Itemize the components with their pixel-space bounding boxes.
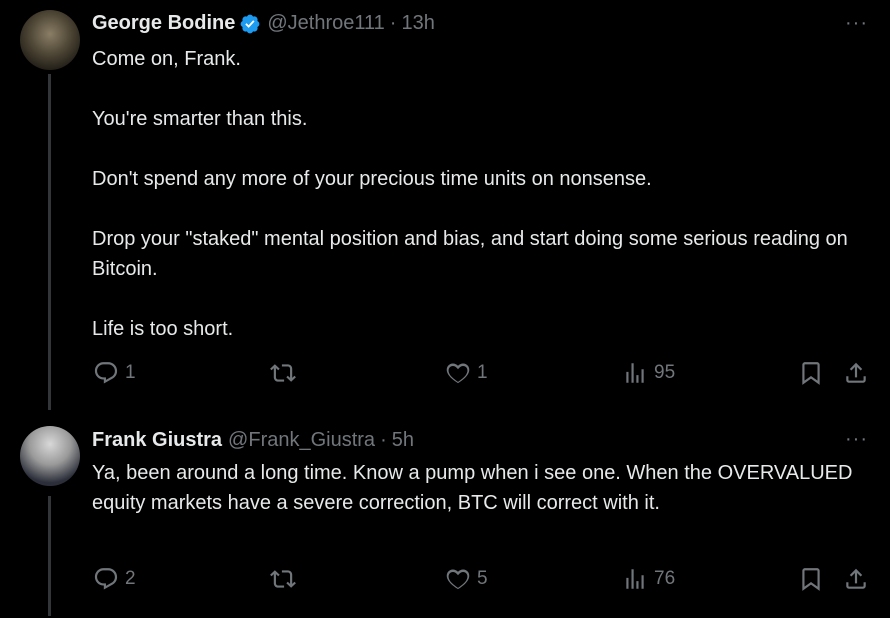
author-handle[interactable]: @Frank_Giustra: [228, 429, 375, 452]
author-name[interactable]: George Bodine: [92, 12, 235, 35]
more-options-icon[interactable]: ···: [845, 428, 868, 451]
share-icon: [846, 568, 866, 589]
repost-icon: [270, 570, 296, 588]
repost-icon: [270, 364, 296, 382]
author-name[interactable]: Frank Giustra: [92, 429, 222, 452]
reply-button[interactable]: 2: [93, 566, 136, 592]
author-handle[interactable]: @Jethroe111: [267, 12, 384, 35]
bookmark-button[interactable]: [798, 360, 824, 386]
share-button[interactable]: [843, 566, 869, 592]
action-bar: 1 1 95: [0, 360, 890, 392]
thread-line: [48, 496, 51, 616]
tweet-paragraph: You're smarter than this.: [92, 108, 308, 130]
tweet-paragraph: Drop your "staked" mental position and b…: [92, 228, 848, 280]
timestamp[interactable]: 5h: [392, 429, 414, 452]
avatar[interactable]: [20, 426, 80, 486]
like-count: 1: [477, 362, 488, 383]
avatar[interactable]: [20, 10, 80, 70]
tweet[interactable]: Frank Giustra @Frank_Giustra · 5h ··· Ya…: [0, 410, 890, 618]
share-button[interactable]: [843, 360, 869, 386]
timestamp[interactable]: 13h: [401, 12, 434, 35]
heart-icon: [446, 363, 470, 384]
action-bar: 2 5 76: [0, 566, 890, 598]
repost-button[interactable]: [270, 360, 302, 386]
view-count: 76: [654, 568, 676, 589]
tweet-header: George Bodine @Jethroe111 · 13h: [92, 12, 435, 35]
verified-badge-icon: [239, 13, 261, 35]
views-button[interactable]: 95: [622, 360, 675, 386]
reply-count: 1: [125, 362, 136, 383]
like-button[interactable]: 1: [445, 360, 488, 386]
separator-dot: ·: [380, 429, 387, 451]
tweet-header: Frank Giustra @Frank_Giustra · 5h: [92, 429, 414, 452]
like-count: 5: [477, 568, 488, 589]
like-button[interactable]: 5: [445, 566, 488, 592]
bookmark-icon: [802, 362, 820, 385]
separator-dot: ·: [389, 12, 397, 34]
bookmark-button[interactable]: [798, 566, 824, 592]
more-options-icon[interactable]: ···: [845, 12, 868, 35]
bookmark-icon: [802, 568, 820, 591]
analytics-icon: [626, 569, 644, 589]
tweet-paragraph: Come on, Frank.: [92, 48, 241, 70]
tweet-text: Come on, Frank. You're smarter than this…: [92, 44, 872, 344]
analytics-icon: [626, 363, 644, 383]
views-button[interactable]: 76: [622, 566, 675, 592]
repost-button[interactable]: [270, 566, 302, 592]
reply-count: 2: [125, 568, 136, 589]
tweet-text: Ya, been around a long time. Know a pump…: [92, 458, 872, 518]
tweet[interactable]: George Bodine @Jethroe111 · 13h ··· Come…: [0, 0, 890, 410]
reply-icon: [94, 362, 118, 384]
tweet-paragraph: Ya, been around a long time. Know a pump…: [92, 462, 853, 514]
tweet-paragraph: Life is too short.: [92, 318, 234, 340]
heart-icon: [446, 569, 470, 590]
share-icon: [846, 362, 866, 383]
tweet-paragraph: Don't spend any more of your precious ti…: [92, 168, 652, 190]
view-count: 95: [654, 362, 676, 383]
reply-icon: [94, 568, 118, 590]
reply-button[interactable]: 1: [93, 360, 136, 386]
